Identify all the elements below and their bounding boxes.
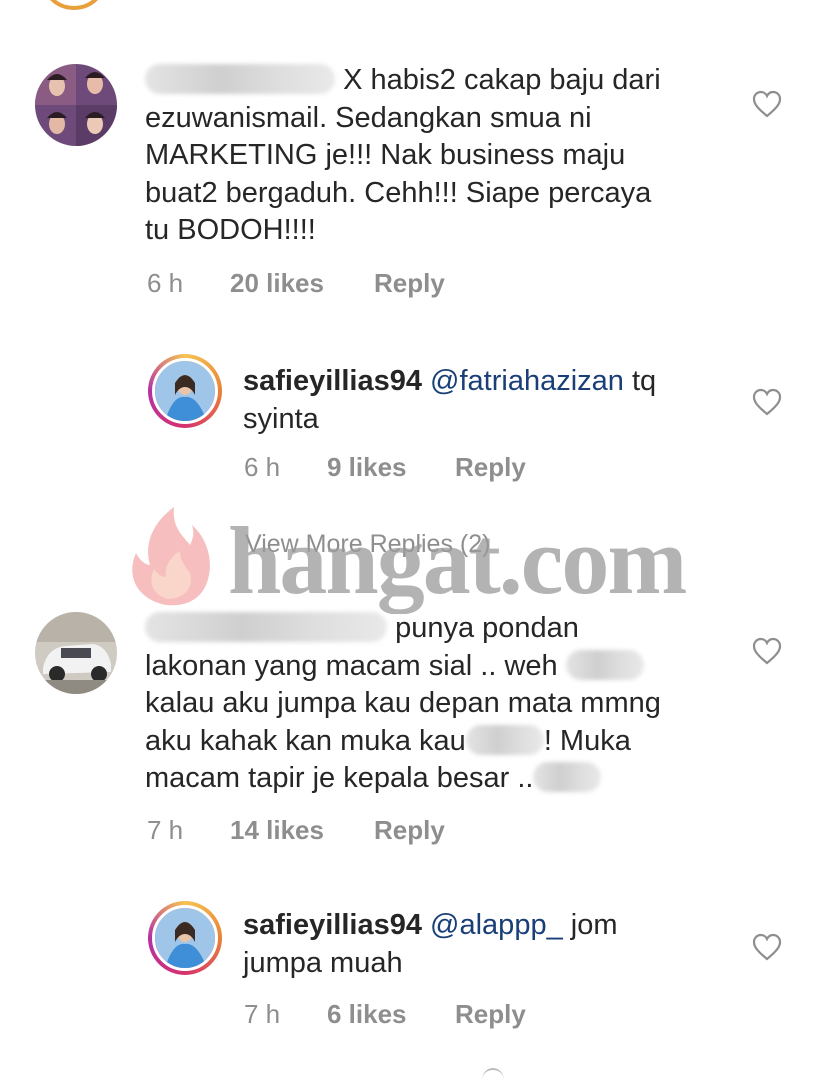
comment-meta: 7 h 14 likes Reply: [147, 815, 547, 847]
avatar[interactable]: [35, 64, 117, 146]
mention-link[interactable]: @fatriahazizan: [430, 365, 624, 397]
reply-button[interactable]: Reply: [455, 452, 526, 483]
reply-button[interactable]: Reply: [374, 268, 445, 299]
comment-line: macam tapir je kepala besar ..: [145, 762, 534, 794]
comment-line: buat2 bergaduh. Cehh!!! Siape percaya: [145, 176, 652, 209]
reply-line: tq: [631, 365, 657, 397]
reply-time: 6 h: [244, 452, 281, 482]
reply-button[interactable]: Reply: [455, 999, 526, 1030]
watermark-text: hangat.com: [228, 507, 687, 614]
comment-line: kalau aku jumpa kau depan mata mmng: [145, 687, 661, 719]
avatar[interactable]: [35, 612, 117, 694]
reply-time: 7 h: [244, 999, 281, 1029]
comment-time: 6 h: [147, 268, 184, 298]
mention-link[interactable]: @alappp_: [430, 909, 563, 941]
redacted-username: [145, 64, 335, 94]
comment-line: aku kahak kan muka kau: [145, 724, 466, 757]
comment-line: punya pondan: [395, 612, 579, 644]
reply-line: jom: [570, 909, 618, 941]
comment-text: X habis2 cakap baju dari ezuwanismail. S…: [145, 62, 735, 250]
redacted-text: [533, 762, 602, 792]
reply-meta: 6 h 9 likes Reply: [244, 452, 644, 484]
reply-username[interactable]: safieyillias94: [243, 909, 422, 941]
comment-line: X habis2 cakap baju dari: [343, 64, 661, 96]
loading-spinner-icon: [482, 1068, 504, 1092]
comment-meta: 6 h 20 likes Reply: [147, 268, 547, 300]
heart-icon[interactable]: [752, 933, 782, 961]
comment-line: lakonan yang macam sial .. weh: [145, 649, 558, 682]
reply-username[interactable]: safieyillias94: [243, 365, 422, 397]
reply-line: syinta: [243, 402, 319, 435]
comment-line: ! Muka: [543, 724, 631, 757]
comment-line: tu BODOH!!!!: [145, 214, 316, 246]
reply-text: safieyillias94 @alappp_ jom jumpa muah: [243, 907, 743, 982]
avatar-ring-partial: [40, 0, 108, 10]
redacted-text: [465, 724, 544, 755]
likes-count[interactable]: 9 likes: [327, 452, 407, 483]
redacted-text: [565, 649, 644, 680]
reply-meta: 7 h 6 likes Reply: [244, 999, 644, 1031]
heart-icon[interactable]: [752, 388, 782, 416]
redacted-username: [145, 612, 387, 642]
heart-icon[interactable]: [752, 637, 782, 665]
comment-line: MARKETING je!!! Nak business maju: [145, 139, 626, 171]
comment-line: ezuwanismail. Sedangkan smua ni: [145, 101, 592, 134]
avatar-story[interactable]: [148, 354, 222, 428]
likes-count[interactable]: 6 likes: [327, 999, 407, 1030]
likes-count[interactable]: 20 likes: [230, 268, 324, 299]
comment-time: 7 h: [147, 815, 184, 845]
comment-text: punya pondan lakonan yang macam sial .. …: [145, 610, 745, 798]
likes-count[interactable]: 14 likes: [230, 815, 324, 846]
heart-icon[interactable]: [752, 90, 782, 118]
avatar-story[interactable]: [148, 901, 222, 975]
reply-line: jumpa muah: [243, 946, 403, 979]
reply-text: safieyillias94 @fatriahazizan tq syinta: [243, 363, 743, 438]
reply-button[interactable]: Reply: [374, 815, 445, 846]
